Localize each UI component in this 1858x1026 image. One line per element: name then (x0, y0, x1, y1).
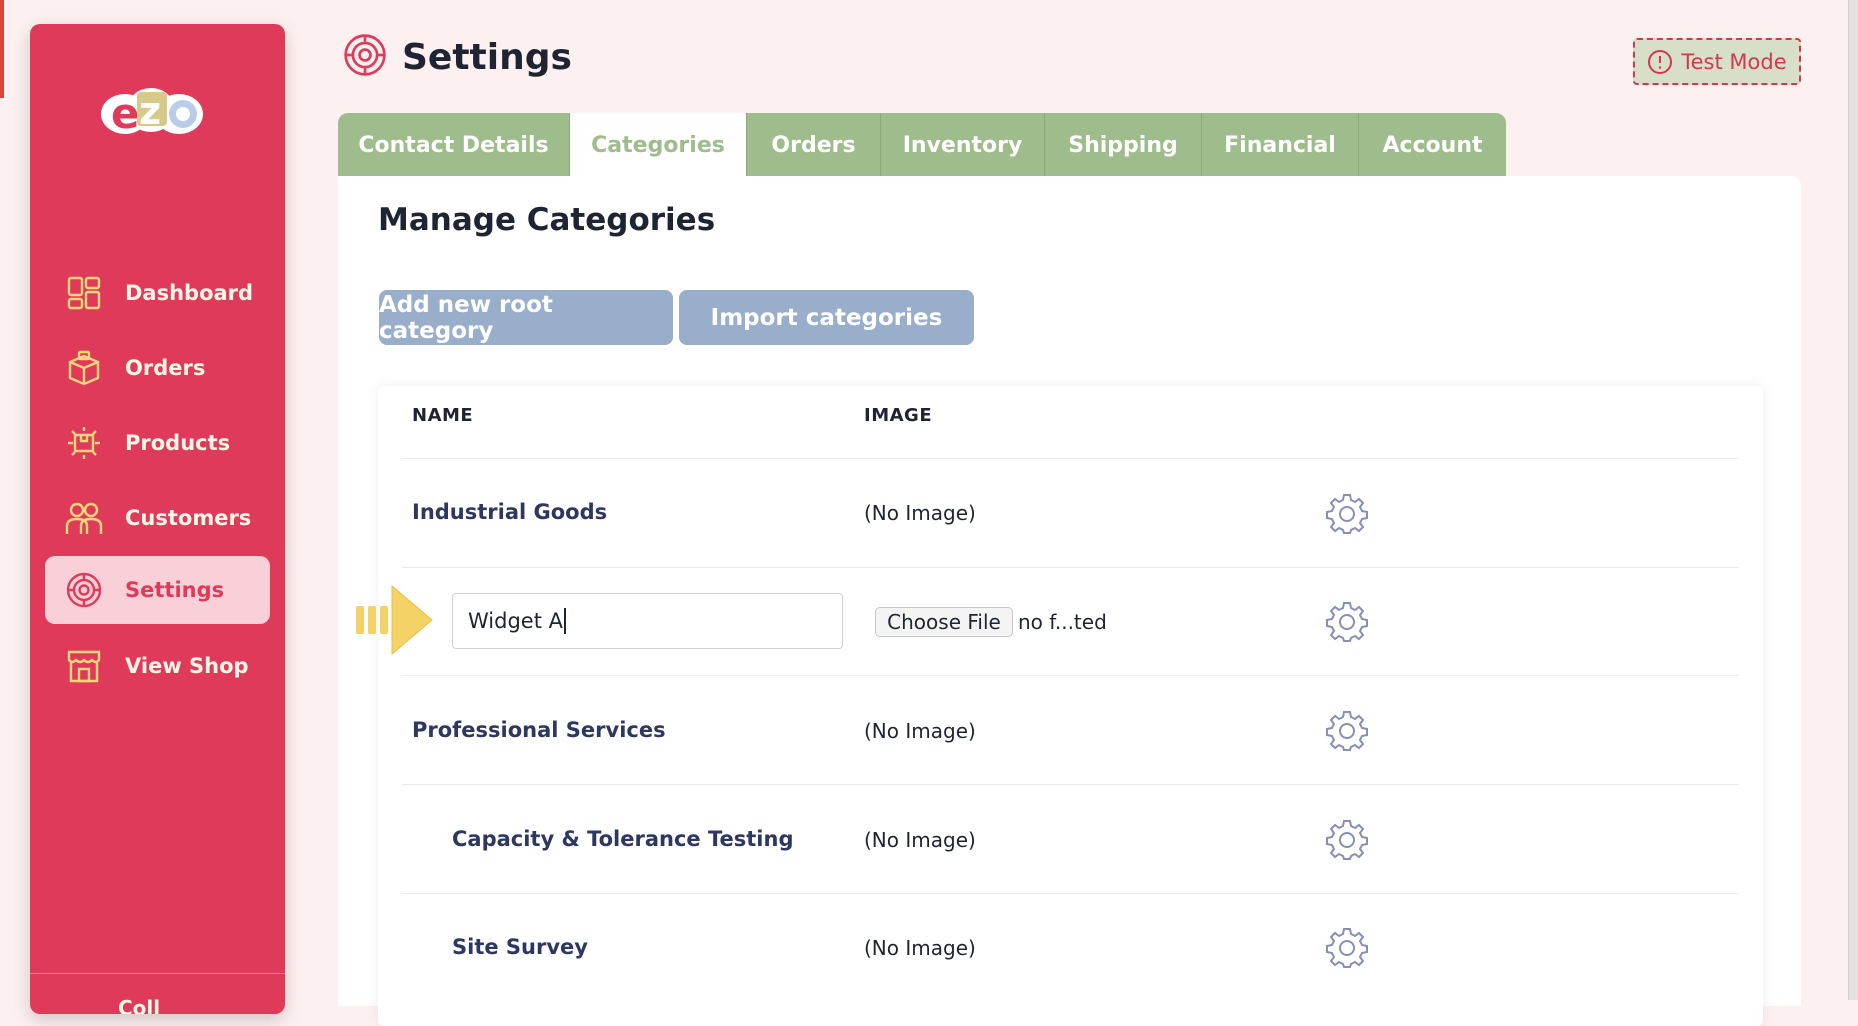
sidebar-item-label: View Shop (125, 654, 249, 678)
customers-icon (65, 499, 103, 537)
settings-tabs: Contact Details Categories Orders Invent… (338, 113, 1506, 178)
column-header-image: IMAGE (864, 405, 933, 426)
products-icon (65, 424, 103, 462)
test-mode-badge[interactable]: Test Mode (1633, 38, 1801, 85)
category-name-input-value: Widget A (468, 609, 563, 633)
text-caret (564, 608, 566, 634)
tab-account[interactable]: Account (1359, 113, 1506, 178)
category-image-value: (No Image) (864, 936, 976, 960)
gear-icon[interactable] (1326, 926, 1368, 968)
tab-contact-details[interactable]: Contact Details (338, 113, 570, 178)
categories-panel: Manage Categories Add new root category … (338, 176, 1801, 1026)
categories-table (378, 386, 1763, 1026)
sidebar-item-dashboard[interactable]: Dashboard (45, 259, 270, 327)
settings-icon (342, 32, 388, 82)
sidebar-item-orders[interactable]: Orders (45, 334, 270, 402)
tab-shipping[interactable]: Shipping (1045, 113, 1202, 178)
category-image-value: (No Image) (864, 501, 976, 525)
row-divider (402, 458, 1739, 459)
svg-text:e: e (111, 89, 140, 138)
row-divider (402, 893, 1739, 894)
sidebar-item-label: Customers (125, 506, 252, 530)
ezo-logo[interactable]: e z (93, 72, 205, 142)
column-header-name: NAME (412, 405, 474, 426)
sidebar-item-label: Dashboard (125, 281, 254, 305)
alert-circle-icon (1647, 49, 1673, 75)
gear-icon[interactable] (1326, 818, 1368, 860)
sidebar-item-view-shop[interactable]: View Shop (45, 632, 270, 700)
tab-categories[interactable]: Categories (570, 113, 747, 178)
gear-icon[interactable] (1326, 709, 1368, 751)
sidebar-item-label: Orders (125, 356, 206, 380)
arrow-indicator-icon (356, 584, 433, 656)
sidebar-item-customers[interactable]: Customers (45, 484, 270, 552)
category-name-link[interactable]: Site Survey (452, 935, 588, 959)
dashboard-icon (65, 274, 103, 312)
sidebar-divider (30, 973, 285, 974)
svg-text:z: z (139, 89, 161, 133)
row-divider (402, 567, 1739, 568)
choose-file-button[interactable]: Choose File (875, 607, 1013, 637)
sidebar-item-products[interactable]: Products (45, 409, 270, 477)
category-name-link[interactable]: Capacity & Tolerance Testing (452, 827, 793, 851)
tab-inventory[interactable]: Inventory (881, 113, 1045, 178)
gear-icon[interactable] (1326, 600, 1368, 642)
category-name-link[interactable]: Industrial Goods (412, 500, 607, 524)
add-root-category-button[interactable]: Add new root category (379, 290, 673, 345)
sidebar-item-settings[interactable]: Settings (45, 556, 270, 624)
file-status-text: no f...ted (1018, 610, 1107, 634)
category-name-input[interactable]: Widget A (452, 593, 843, 649)
tab-financial[interactable]: Financial (1202, 113, 1359, 178)
sidebar-footer-text: Coll (118, 996, 161, 1014)
sidebar: e z Dashboard Orders Products Customers … (30, 24, 285, 1014)
page-header: Settings (342, 32, 572, 82)
shop-icon (65, 647, 103, 685)
category-image-value: (No Image) (864, 719, 976, 743)
sidebar-item-label: Products (125, 431, 231, 455)
settings-icon (65, 571, 103, 609)
window-scrollbar[interactable] (1848, 0, 1858, 1000)
category-name-link[interactable]: Professional Services (412, 718, 666, 742)
test-mode-label: Test Mode (1681, 49, 1787, 74)
section-title: Manage Categories (378, 202, 716, 238)
page-title: Settings (402, 36, 572, 78)
window-edge-strip (0, 0, 4, 98)
row-divider (402, 675, 1739, 676)
row-divider (402, 784, 1739, 785)
orders-box-icon (65, 349, 103, 387)
category-image-value: (No Image) (864, 828, 976, 852)
sidebar-item-label: Settings (125, 578, 225, 602)
gear-icon[interactable] (1326, 492, 1368, 534)
import-categories-button[interactable]: Import categories (679, 290, 974, 345)
tab-orders[interactable]: Orders (747, 113, 881, 178)
